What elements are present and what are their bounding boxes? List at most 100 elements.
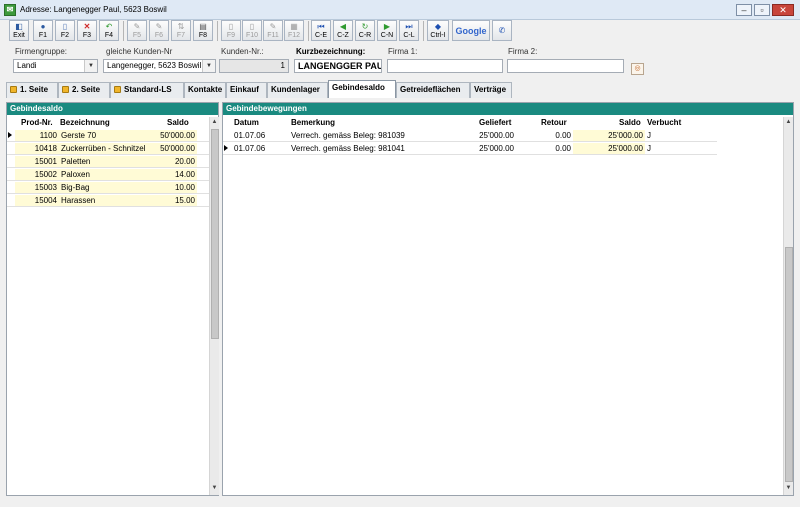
toolbar-separator (217, 21, 218, 41)
print-icon: ▤ (199, 22, 207, 31)
toolbar-separator (308, 21, 309, 41)
info-button[interactable]: ◆ Ctrl-I (427, 20, 449, 41)
tab-kundenlager[interactable]: Kundenlager (267, 82, 328, 98)
scroll-thumb[interactable] (785, 247, 793, 482)
close-button[interactable]: ✕ (772, 4, 794, 16)
gebindebewegungen-panel: Gebindebewegungen Datum Bemerkung Gelief… (222, 102, 794, 496)
toolbar-separator (123, 21, 124, 41)
save-icon: ↶ (105, 22, 113, 31)
left-scrollbar[interactable]: ▲ ▼ (209, 117, 219, 495)
row-pointer-icon (8, 132, 12, 138)
f2-new-button[interactable]: ▯ F2 (55, 20, 75, 41)
lock-icon (114, 86, 121, 93)
nav-last-button[interactable]: ⏭ C-L (399, 20, 419, 41)
page-icon: ▯ (228, 22, 234, 31)
table-row[interactable]: 15001 Paletten 20.00 (7, 156, 209, 168)
column-header-bezeichnung[interactable]: Bezeichnung (60, 117, 110, 128)
tab-gebindesaldo[interactable]: Gebindesaldo (328, 80, 396, 98)
new-document-icon: ▯ (62, 22, 68, 31)
firmengruppe-select[interactable]: Landi ▼ (13, 59, 98, 73)
column-header-prod-nr[interactable]: Prod-Nr. (21, 117, 53, 128)
tab-vertraege[interactable]: Verträge (470, 82, 512, 98)
table-row[interactable]: 10418 Zuckerrüben - Schnitzel 50'000.00 (7, 143, 209, 155)
column-header-verbucht[interactable]: Verbucht (647, 117, 681, 128)
column-header-saldo[interactable]: Saldo (167, 117, 189, 128)
column-header-bemerkung[interactable]: Bemerkung (291, 117, 335, 128)
lock-icon (10, 86, 17, 93)
gebindebewegungen-title: Gebindebewegungen (223, 103, 793, 115)
f3-delete-button[interactable]: ✕ F3 (77, 20, 97, 41)
nav-back-button[interactable]: ◀ C-Z (333, 20, 353, 41)
firma1-field[interactable] (387, 59, 503, 73)
scroll-up-icon[interactable]: ▲ (784, 118, 793, 127)
table-row[interactable]: 01.07.06 Verrech. gemäss Beleg: 981041 2… (223, 143, 717, 155)
scroll-down-icon[interactable]: ▼ (210, 484, 219, 493)
toolbar: ◧ Exit ● F1 ▯ F2 ✕ F3 ↶ F4 ✎ F5 ✎ F6 ⇅ F7 ▤ F8 ▯ F… (0, 20, 800, 42)
f6-button[interactable]: ✎ F6 (149, 20, 169, 41)
firma2-field[interactable] (507, 59, 624, 73)
column-header-retour[interactable]: Retour (541, 117, 567, 128)
gleiche-kunden-select[interactable]: Langenegger, 5623 Boswil ▼ (103, 59, 216, 73)
kurzbezeichnung-label: Kurzbezeichnung: (296, 47, 366, 56)
calc-icon: ▦ (290, 22, 298, 31)
tab-einkauf[interactable]: Einkauf (226, 82, 267, 98)
kunden-nr-field[interactable]: 1 (219, 59, 289, 73)
f7-sort-button[interactable]: ⇅ F7 (171, 20, 191, 41)
chevron-down-icon: ▼ (84, 60, 97, 72)
tab-kontakte[interactable]: Kontakte (184, 82, 226, 98)
tool-icon: ✎ (133, 22, 141, 31)
phone-button[interactable]: ✆ (492, 20, 512, 41)
table-row[interactable]: 01.07.06 Verrech. gemäss Beleg: 981039 2… (223, 130, 717, 142)
row-pointer-icon (224, 145, 228, 151)
f12-button[interactable]: ▦ F12 (284, 20, 304, 41)
tab-2-seite[interactable]: 2. Seite (58, 82, 110, 98)
refresh-button[interactable]: ↻ C-R (355, 20, 375, 41)
column-header-datum[interactable]: Datum (234, 117, 259, 128)
lock-icon (62, 86, 69, 93)
scroll-down-icon[interactable]: ▼ (784, 484, 793, 493)
refresh-icon: ↻ (361, 22, 369, 31)
status-bar (0, 498, 800, 507)
google-button[interactable]: Google (452, 20, 490, 41)
column-header-saldo[interactable]: Saldo (619, 117, 641, 128)
nav-back-icon: ◀ (339, 22, 347, 31)
tab-getreideflaechen[interactable]: Getreideflächen (396, 82, 470, 98)
tool-icon: ✎ (155, 22, 163, 31)
nav-last-icon: ⏭ (405, 22, 413, 31)
f9-button[interactable]: ▯ F9 (221, 20, 241, 41)
kunden-nr-label: Kunden-Nr.: (221, 47, 264, 56)
exit-button[interactable]: ◧ Exit (9, 20, 29, 41)
table-row[interactable]: 1100 Gerste 70 50'000.00 (7, 130, 209, 142)
table-row[interactable]: 15004 Harassen 15.00 (7, 195, 209, 207)
column-header-geliefert[interactable]: Geliefert (479, 117, 511, 128)
maximize-button[interactable]: ▫ (754, 4, 770, 16)
right-scrollbar[interactable]: ▲ ▼ (783, 117, 793, 495)
page-icon: ▯ (249, 22, 255, 31)
f10-button[interactable]: ▯ F10 (242, 20, 262, 41)
table-row[interactable]: 15003 Big-Bag 10.00 (7, 182, 209, 194)
map-search-icon[interactable]: ◎ (631, 63, 644, 75)
kurzbezeichnung-field[interactable]: LANGENGGER PAUL (294, 59, 382, 73)
chevron-down-icon: ▼ (202, 60, 215, 72)
scroll-up-icon[interactable]: ▲ (210, 118, 219, 127)
gebindesaldo-title: Gebindesaldo (7, 103, 218, 115)
f8-print-button[interactable]: ▤ F8 (193, 20, 213, 41)
gebindebewegungen-grid: Datum Bemerkung Geliefert Retour Saldo V… (223, 117, 783, 495)
f5-button[interactable]: ✎ F5 (127, 20, 147, 41)
sort-icon: ⇅ (177, 22, 185, 31)
firma2-label: Firma 2: (508, 47, 538, 56)
f1-help-button[interactable]: ● F1 (33, 20, 53, 41)
minimize-button[interactable]: – (736, 4, 752, 16)
tab-bar: 1. Seite 2. Seite Standard-LS Kontakte E… (6, 80, 786, 98)
gleiche-kunden-label: gleiche Kunden-Nr (106, 47, 173, 56)
phone-icon: ✆ (498, 26, 506, 35)
tab-standard-ls[interactable]: Standard-LS (110, 82, 184, 98)
f4-save-button[interactable]: ↶ F4 (99, 20, 119, 41)
tab-1-seite[interactable]: 1. Seite (6, 82, 58, 98)
f11-button[interactable]: ✎ F11 (263, 20, 283, 41)
nav-next-button[interactable]: ▶ C-N (377, 20, 397, 41)
table-row[interactable]: 15002 Paloxen 14.00 (7, 169, 209, 181)
window-title: Adresse: Langenegger Paul, 5623 Boswil (20, 5, 167, 14)
nav-first-button[interactable]: ⏮ C-E (311, 20, 331, 41)
scroll-thumb[interactable] (211, 129, 219, 339)
